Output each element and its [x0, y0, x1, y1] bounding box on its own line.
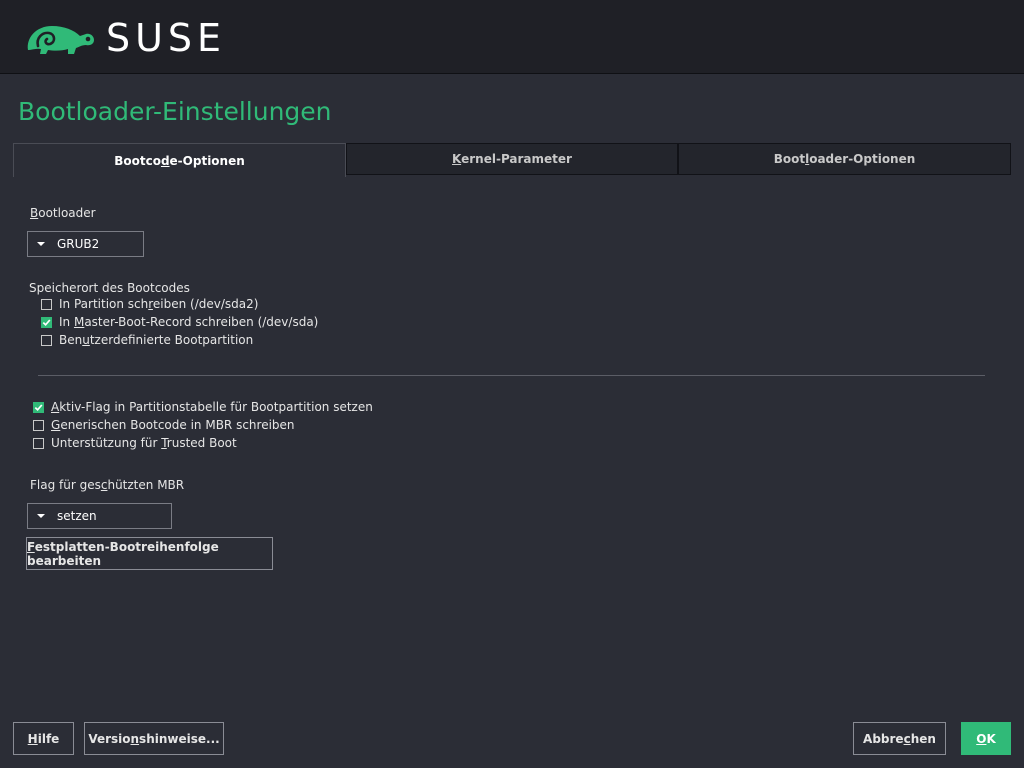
tab-label: Bootcode-Optionen — [114, 153, 245, 168]
tab-label: Kernel-Parameter — [452, 152, 572, 166]
tab-bar: Bootcode-Optionen Kernel-Parameter Bootl… — [13, 143, 1011, 177]
button-label: OK — [976, 731, 996, 746]
help-button[interactable]: Hilfe — [13, 722, 74, 755]
checkbox-box[interactable] — [41, 298, 52, 310]
protective-mbr-select-value: setzen — [57, 509, 97, 523]
chameleon-icon — [24, 20, 96, 62]
checkbox-write-to-partition[interactable]: In Partition schreiben (/dev/sda2) — [41, 297, 258, 311]
page-title: Bootloader-Einstellungen — [18, 97, 332, 126]
brand-wordmark: SUSE — [106, 16, 227, 60]
checkbox-active-flag[interactable]: Aktiv-Flag in Partitionstabelle für Boot… — [33, 400, 373, 414]
checkbox-box[interactable] — [33, 401, 44, 413]
tab-bootloader-options[interactable]: Bootloader-Optionen — [678, 143, 1011, 175]
section-divider — [38, 375, 985, 376]
bootloader-select[interactable]: GRUB2 — [27, 231, 144, 257]
button-label: Hilfe — [27, 731, 60, 746]
checkbox-box[interactable] — [41, 316, 52, 328]
checkbox-label: Benutzerdefinierte Bootpartition — [59, 333, 254, 347]
button-label: Abbrechen — [863, 731, 936, 746]
checkmark-icon — [42, 318, 51, 326]
top-header-bar: SUSE — [0, 0, 1024, 74]
button-label: Festplatten-Bootreihenfolge bearbeiten — [27, 539, 219, 568]
bootcode-location-label: Speicherort des Bootcodes — [29, 281, 190, 295]
checkbox-box[interactable] — [33, 437, 44, 449]
checkbox-box[interactable] — [41, 334, 52, 346]
protective-mbr-label: Flag für geschützten MBR — [30, 478, 185, 492]
tab-label: Bootloader-Optionen — [773, 152, 916, 166]
checkbox-generic-bootcode[interactable]: Generischen Bootcode in MBR schreiben — [33, 418, 295, 432]
checkbox-box[interactable] — [33, 419, 44, 431]
checkbox-label: In Master-Boot-Record schreiben (/dev/sd… — [59, 315, 319, 329]
checkbox-label: Generischen Bootcode in MBR schreiben — [51, 418, 295, 432]
dropdown-arrow-icon — [37, 514, 45, 518]
checkbox-custom-boot-partition[interactable]: Benutzerdefinierte Bootpartition — [41, 333, 253, 347]
tab-kernel-parameters[interactable]: Kernel-Parameter — [346, 143, 678, 175]
checkbox-label: Unterstützung für Trusted Boot — [51, 436, 237, 450]
protective-mbr-select[interactable]: setzen — [27, 503, 172, 529]
dropdown-arrow-icon — [37, 242, 45, 246]
bootloader-select-value: GRUB2 — [57, 237, 100, 251]
bootloader-label: Bootloader — [30, 206, 96, 220]
checkbox-trusted-boot[interactable]: Unterstützung für Trusted Boot — [33, 436, 237, 450]
release-notes-button[interactable]: Versionshinweise... — [84, 722, 224, 755]
checkbox-label: In Partition schreiben (/dev/sda2) — [59, 297, 259, 311]
checkmark-icon — [34, 403, 43, 411]
checkbox-label: Aktiv-Flag in Partitionstabelle für Boot… — [51, 400, 373, 414]
ok-button[interactable]: OK — [961, 722, 1011, 755]
tab-bootcode-options[interactable]: Bootcode-Optionen — [13, 143, 346, 177]
edit-disk-boot-order-button[interactable]: Festplatten-Bootreihenfolge bearbeiten — [26, 537, 273, 570]
button-label: Versionshinweise... — [88, 731, 220, 746]
cancel-button[interactable]: Abbrechen — [853, 722, 946, 755]
checkbox-write-to-mbr[interactable]: In Master-Boot-Record schreiben (/dev/sd… — [41, 315, 318, 329]
